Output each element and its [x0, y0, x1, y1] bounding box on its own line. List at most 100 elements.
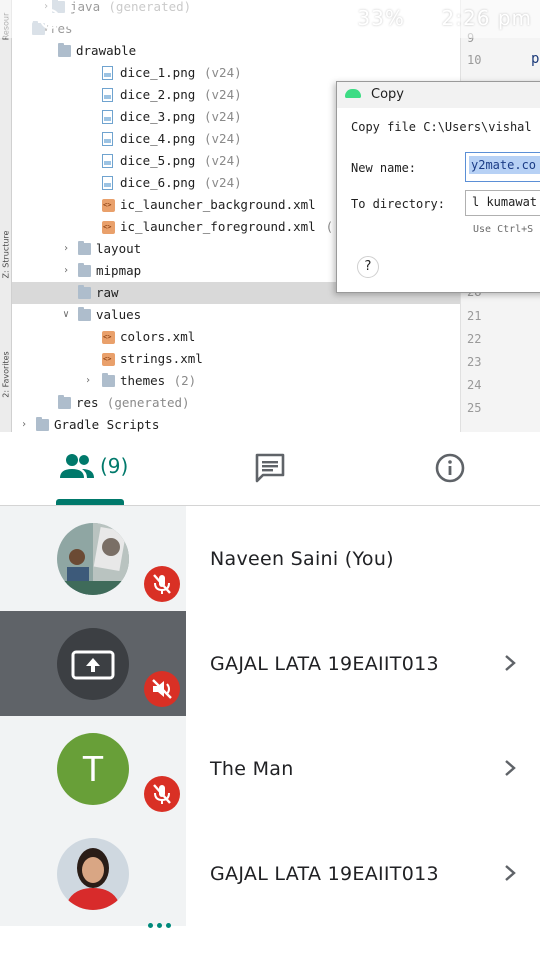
- image-file-icon: [102, 66, 113, 80]
- avatar-initial: T: [82, 748, 104, 789]
- tree-item[interactable]: strings.xml: [12, 348, 460, 370]
- tree-item-suffix: (v24): [204, 109, 242, 124]
- chevron-right-icon[interactable]: ›: [18, 414, 30, 432]
- mic-off-badge: [144, 566, 180, 602]
- new-name-label: New name:: [351, 161, 417, 175]
- ide-side-toolbar: Resour Z: Structure 2: Favorites: [0, 0, 12, 432]
- dialog-title-bar: Copy: [337, 82, 540, 108]
- avatar: T: [57, 733, 129, 805]
- tree-item-suffix: (v24): [204, 153, 242, 168]
- tree-item-label: layout: [96, 241, 142, 256]
- tree-item-label: ic_launcher_foreground.xml: [120, 219, 316, 234]
- line-number: 23: [467, 355, 482, 369]
- favorites-tab[interactable]: 2: Favorites: [2, 349, 11, 401]
- people-icon: [60, 454, 94, 478]
- avatar: [57, 523, 129, 595]
- chevron-right-icon[interactable]: ›: [60, 238, 72, 260]
- participant-list: Naveen Saini (You) GAJAL LATA 19EAIIT013…: [0, 506, 540, 960]
- shared-screen-ide: Resour Z: Structure 2: Favorites ›java(g…: [0, 0, 540, 432]
- xml-file-icon: [102, 194, 115, 216]
- screen: Resour Z: Structure 2: Favorites ›java(g…: [0, 0, 540, 960]
- tree-item-label: Gradle Scripts: [54, 417, 160, 432]
- present-to-all-icon: [57, 628, 129, 700]
- chevron-right-icon[interactable]: [500, 758, 520, 778]
- dialog-title: Copy: [371, 87, 404, 102]
- status-bar: 33% 2:26 pm: [0, 0, 540, 38]
- participant-row[interactable]: GAJAL LATA 19EAIIT013: [0, 611, 540, 716]
- structure-tab[interactable]: Z: Structure: [2, 229, 11, 281]
- tree-item-suffix: (v24): [204, 175, 242, 190]
- notification-icons-svg: [14, 9, 81, 29]
- volume-off-badge: [144, 671, 180, 707]
- info-icon: [435, 453, 465, 483]
- image-file-icon: [102, 176, 113, 190]
- tree-item-label: dice_2.png: [120, 87, 196, 102]
- folder-icon: [102, 373, 115, 387]
- folder-icon: [58, 395, 71, 409]
- participant-name: The Man: [210, 758, 294, 780]
- participant-row[interactable]: GAJAL LATA 19EAIIT013: [0, 821, 540, 928]
- avatar: [57, 628, 129, 700]
- mic-off-badge: [144, 776, 180, 812]
- new-name-field[interactable]: y2mate.co: [465, 152, 540, 182]
- participant-name: GAJAL LATA 19EAIIT013: [210, 863, 439, 885]
- tree-item[interactable]: › themes (2): [12, 370, 460, 392]
- active-tab-indicator: [56, 499, 124, 505]
- tree-item-label: dice_4.png: [120, 131, 196, 146]
- to-directory-field[interactable]: l kumawat: [465, 190, 540, 216]
- chevron-right-icon[interactable]: ›: [82, 370, 94, 392]
- mic-off-icon: [153, 784, 171, 804]
- code-text: p: [531, 51, 540, 67]
- gradle-icon: [36, 417, 49, 431]
- people-count: (9): [100, 454, 129, 478]
- tree-item-label: strings.xml: [120, 351, 203, 366]
- tab-people[interactable]: (9): [0, 432, 180, 506]
- tree-item-label: ic_launcher_background.xml: [120, 197, 316, 212]
- tree-item[interactable]: res (generated): [12, 392, 460, 414]
- tree-item-suffix: (v24): [204, 131, 242, 146]
- line-number: 25: [467, 401, 482, 415]
- tree-item-suffix: (2): [173, 373, 197, 388]
- participant-row[interactable]: Naveen Saini (You): [0, 506, 540, 611]
- tree-item[interactable]: ∨ values: [12, 304, 460, 326]
- image-file-icon: [102, 132, 113, 146]
- help-button[interactable]: ?: [357, 256, 379, 278]
- chevron-right-icon[interactable]: [500, 863, 520, 883]
- chevron-right-icon[interactable]: ›: [60, 260, 72, 282]
- line-number: 10: [467, 53, 482, 67]
- tree-item-suffix: (: [325, 219, 334, 234]
- dialog-message: Copy file C:\Users\vishal: [351, 120, 532, 134]
- image-file-icon: [102, 88, 113, 102]
- tree-item-label: res: [76, 395, 99, 410]
- participant-name: GAJAL LATA 19EAIIT013: [210, 653, 439, 675]
- meeting-tabs: (9): [0, 432, 540, 506]
- dialog-hint: Use Ctrl+S: [473, 224, 534, 235]
- xml-file-icon: [102, 326, 115, 348]
- participant-tile: [0, 821, 186, 928]
- battery-percent: 33%: [357, 6, 405, 30]
- folder-icon: [58, 43, 71, 57]
- image-file-icon: [102, 110, 113, 124]
- tree-item-suffix: (v24): [204, 65, 242, 80]
- avatar: [57, 838, 129, 910]
- tree-item[interactable]: › Gradle Scripts: [12, 414, 460, 432]
- xml-file-icon: [102, 348, 115, 370]
- chevron-right-icon[interactable]: [500, 653, 520, 673]
- tree-item-label: drawable: [76, 43, 137, 58]
- line-number: 21: [467, 309, 482, 323]
- folder-icon: [78, 241, 91, 255]
- participant-tile: T: [0, 716, 186, 821]
- participant-row[interactable]: T The Man: [0, 716, 540, 821]
- line-number: 22: [467, 332, 482, 346]
- tab-info[interactable]: [360, 432, 540, 506]
- volume-off-icon: [152, 679, 172, 699]
- avatar-photo: [57, 838, 129, 910]
- tab-chat[interactable]: [180, 432, 360, 506]
- participant-name: Naveen Saini (You): [210, 548, 394, 570]
- new-name-value: y2mate.co: [469, 156, 540, 174]
- tree-item[interactable]: colors.xml: [12, 326, 460, 348]
- participant-tile: [0, 611, 186, 716]
- chat-icon: [255, 453, 285, 483]
- chevron-down-icon[interactable]: ∨: [60, 304, 72, 326]
- tree-item[interactable]: ∨drawable: [12, 40, 460, 62]
